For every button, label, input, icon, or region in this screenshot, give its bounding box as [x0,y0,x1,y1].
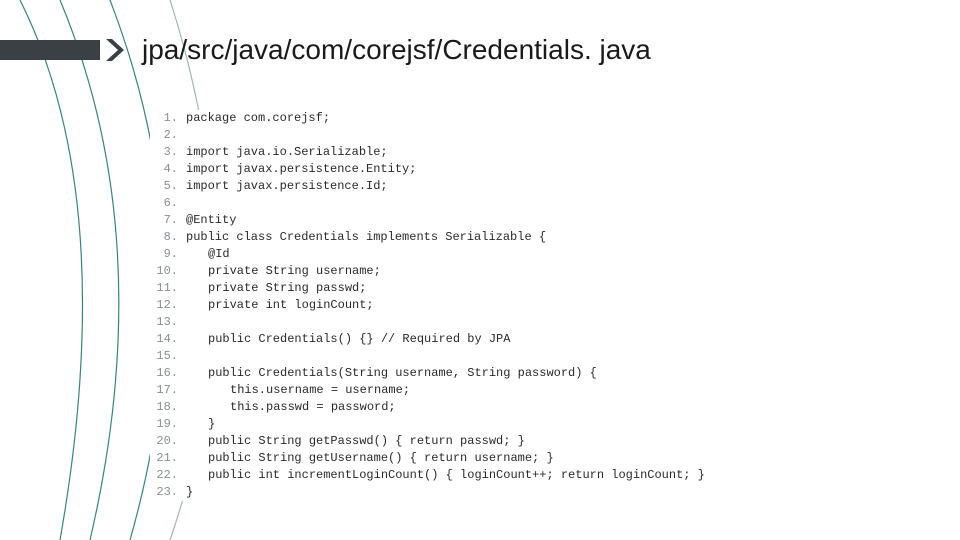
code-line: 23} [150,484,765,501]
code-line: 5import javax.persistence.Id; [150,178,765,195]
line-number: 22 [150,467,182,484]
code-text: import java.io.Serializable; [182,144,388,161]
line-number: 6 [150,195,182,212]
code-text: public int incrementLoginCount() { login… [182,467,705,484]
code-text: public class Credentials implements Seri… [182,229,546,246]
code-line: 6 [150,195,765,212]
code-text: @Id [182,246,230,263]
code-line: 18this.passwd = password; [150,399,765,416]
code-line: 10private String username; [150,263,765,280]
code-line: 15 [150,348,765,365]
line-number: 4 [150,161,182,178]
code-line: 3import java.io.Serializable; [150,144,765,161]
line-number: 9 [150,246,182,263]
line-number: 19 [150,416,182,433]
code-text: private String passwd; [182,280,366,297]
chevron-right-icon [106,39,130,61]
code-text: import javax.persistence.Entity; [182,161,416,178]
code-text: } [182,416,215,433]
code-line: 1package com.corejsf; [150,110,765,127]
code-line: 22public int incrementLoginCount() { log… [150,467,765,484]
code-line: 16public Credentials(String username, St… [150,365,765,382]
code-text: private String username; [182,263,381,280]
code-text: this.username = username; [182,382,410,399]
line-number: 12 [150,297,182,314]
line-number: 3 [150,144,182,161]
code-line: 21public String getUsername() { return u… [150,450,765,467]
code-text: this.passwd = password; [182,399,396,416]
line-number: 11 [150,280,182,297]
line-number: 20 [150,433,182,450]
line-number: 17 [150,382,182,399]
code-text: package com.corejsf; [182,110,330,127]
code-line: 17this.username = username; [150,382,765,399]
line-number: 2 [150,127,182,144]
code-text: public String getUsername() { return use… [182,450,554,467]
code-text: @Entity [182,212,236,229]
code-text: import javax.persistence.Id; [182,178,388,195]
line-number: 5 [150,178,182,195]
code-line: 14public Credentials() {} // Required by… [150,331,765,348]
code-line: 19} [150,416,765,433]
slide-title: jpa/src/java/com/corejsf/Credentials. ja… [142,34,651,66]
code-line: 9@Id [150,246,765,263]
code-line: 12private int loginCount; [150,297,765,314]
line-number: 23 [150,484,182,501]
code-text: private int loginCount; [182,297,374,314]
line-number: 14 [150,331,182,348]
title-accent-bar [0,40,100,60]
line-number: 13 [150,314,182,331]
line-number: 1 [150,110,182,127]
code-text: public Credentials() {} // Required by J… [182,331,510,348]
line-number: 10 [150,263,182,280]
code-line: 2 [150,127,765,144]
code-text: public Credentials(String username, Stri… [182,365,597,382]
code-line: 7@Entity [150,212,765,229]
line-number: 18 [150,399,182,416]
code-line: 13 [150,314,765,331]
code-line: 4import javax.persistence.Entity; [150,161,765,178]
code-line: 8public class Credentials implements Ser… [150,229,765,246]
code-line: 20public String getPasswd() { return pas… [150,433,765,450]
code-line: 11private String passwd; [150,280,765,297]
line-number: 8 [150,229,182,246]
slide-title-row: jpa/src/java/com/corejsf/Credentials. ja… [0,34,651,66]
line-number: 7 [150,212,182,229]
line-number: 21 [150,450,182,467]
code-listing: 1package com.corejsf;23import java.io.Se… [150,110,765,501]
code-text: } [182,484,193,501]
line-number: 16 [150,365,182,382]
line-number: 15 [150,348,182,365]
code-text: public String getPasswd() { return passw… [182,433,525,450]
